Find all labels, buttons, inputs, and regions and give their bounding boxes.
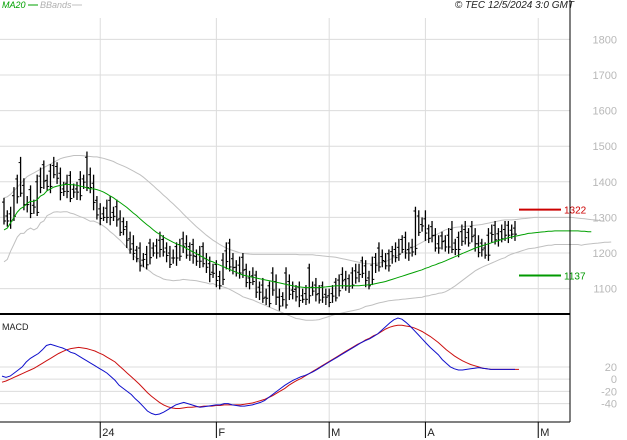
level-label: 1322 — [564, 206, 587, 217]
level-label: 1137 — [564, 271, 586, 282]
x-tick-label: M — [540, 427, 549, 439]
legend-bbands: BBands — [40, 0, 72, 10]
price-y-tick-label: 1500 — [593, 141, 617, 153]
price-y-tick-label: 1600 — [593, 106, 617, 118]
price-y-tick-label: 1100 — [593, 284, 617, 296]
price-y-tick-label: 1200 — [593, 248, 617, 260]
x-tick-label: 24 — [102, 427, 114, 439]
macd-y-tick-label: -20 — [601, 386, 617, 398]
price-y-tick-label: 1700 — [593, 70, 617, 82]
price-y-tick-label: 1300 — [593, 212, 617, 224]
macd-y-tick-label: -40 — [601, 399, 617, 411]
x-tick-label: M — [331, 427, 340, 439]
macd-y-tick-label: 20 — [605, 362, 617, 374]
chart-area: 13221137 MA20 BBands © TEC 12/5/2024 3:0… — [0, 0, 627, 440]
x-tick-label: A — [427, 427, 435, 439]
macd-y-tick-label: 0 — [611, 374, 617, 386]
price-y-tick-label: 1800 — [593, 34, 617, 46]
chart-background — [0, 0, 627, 440]
source-timestamp: © TEC 12/5/2024 3:0 GMT — [455, 0, 575, 11]
x-tick-label: F — [218, 427, 225, 439]
macd-title: MACD — [2, 322, 29, 332]
legend-ma20: MA20 — [2, 0, 26, 10]
price-y-tick-label: 1400 — [593, 177, 617, 189]
